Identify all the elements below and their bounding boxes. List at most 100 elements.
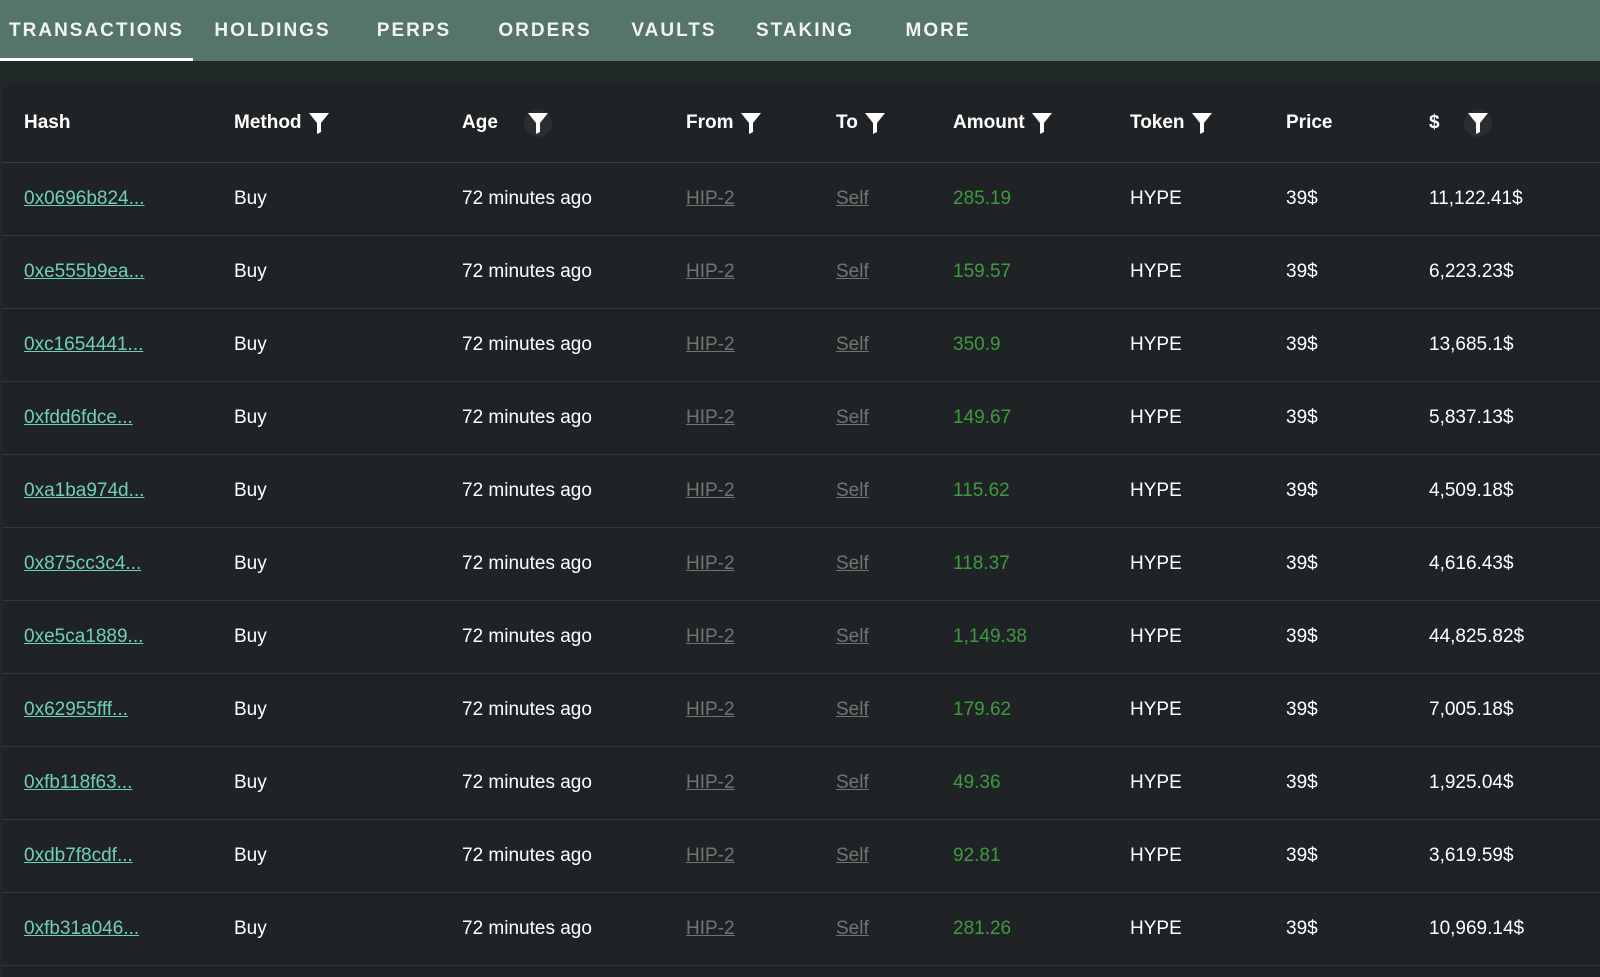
to-address-link[interactable]: Self xyxy=(836,188,869,209)
cell-amount: 149.67 xyxy=(953,406,1012,428)
to-address-link[interactable]: Self xyxy=(836,334,869,355)
column-header-age: Age xyxy=(440,84,664,162)
filter-icon[interactable] xyxy=(864,111,886,135)
filter-icon[interactable] xyxy=(1463,108,1492,137)
column-header-price: Price xyxy=(1286,111,1333,133)
cell-to: Self xyxy=(814,746,931,819)
tx-hash-link[interactable]: 0xa1ba974d... xyxy=(24,480,144,501)
tx-hash-link[interactable]: 0xfdd6fdce... xyxy=(24,407,133,428)
cell-amount: 118.37 xyxy=(953,552,1010,574)
cell-method: Buy xyxy=(234,187,267,209)
to-address-link[interactable]: Self xyxy=(836,480,869,501)
column-header-hash: Hash xyxy=(24,111,71,133)
tab-vaults[interactable]: VAULTS xyxy=(628,0,720,61)
tab-staking[interactable]: STAKING xyxy=(750,0,860,61)
from-address-link[interactable]: HIP-2 xyxy=(686,334,735,355)
tx-hash-link[interactable]: 0xe555b9ea... xyxy=(24,261,144,282)
cell-usd-value: 13,685.1$ xyxy=(1429,333,1514,355)
from-address-link[interactable]: HIP-2 xyxy=(686,261,735,282)
table-row: 0xfdd6fdce... Buy 72 minutes ago HIP-2 Self 1… xyxy=(2,381,1600,454)
to-address-link[interactable]: Self xyxy=(836,772,869,793)
cell-method: Buy xyxy=(234,406,267,428)
from-address-link[interactable]: HIP-2 xyxy=(686,626,735,647)
filter-icon[interactable] xyxy=(1191,111,1213,135)
cell-hash: 0xc1654441... xyxy=(2,308,212,381)
cell-usd-value: 10,969.14$ xyxy=(1429,917,1525,939)
tx-hash-link[interactable]: 0xe5ca1889... xyxy=(24,626,143,647)
cell-usd-value: 4,509.18$ xyxy=(1429,479,1514,501)
cell-method: Buy xyxy=(234,625,267,647)
tab-more[interactable]: MORE xyxy=(898,0,978,61)
filter-icon[interactable] xyxy=(740,111,762,135)
cell-amount: 179.62 xyxy=(953,698,1012,720)
tab-perps[interactable]: PERPS xyxy=(370,0,458,61)
cell-amount: 49.36 xyxy=(953,771,1001,793)
cell-token: HYPE xyxy=(1130,260,1182,282)
tx-hash-link[interactable]: 0x62955fff... xyxy=(24,699,128,720)
table-row: 0xdb7f8cdf... Buy 72 minutes ago HIP-2 Self 9… xyxy=(2,819,1600,892)
cell-hash: 0xfb31a046... xyxy=(2,892,212,965)
tab-orders[interactable]: ORDERS xyxy=(495,0,595,61)
from-address-link[interactable]: HIP-2 xyxy=(686,845,735,866)
cell-age: 72 minutes ago xyxy=(462,333,592,355)
cell-hash: 0xfb118f63... xyxy=(2,746,212,819)
cell-from: HIP-2 xyxy=(664,235,814,308)
from-address-link[interactable]: HIP-2 xyxy=(686,918,735,939)
from-address-link[interactable]: HIP-2 xyxy=(686,553,735,574)
cell-hash: 0x875cc3c4... xyxy=(2,527,212,600)
tx-hash-link[interactable]: 0xdb7f8cdf... xyxy=(24,845,133,866)
filter-icon[interactable] xyxy=(1031,111,1053,135)
transactions-table: Hash Method Age From To Amount Token Pri… xyxy=(2,84,1600,966)
cell-amount: 115.62 xyxy=(953,479,1010,501)
tab-transactions[interactable]: TRANSACTIONS xyxy=(0,0,193,61)
to-address-link[interactable]: Self xyxy=(836,407,869,428)
table-row: 0xc1654441... Buy 72 minutes ago HIP-2 Self 3… xyxy=(2,308,1600,381)
cell-hash: 0xe5ca1889... xyxy=(2,600,212,673)
tx-hash-link[interactable]: 0x875cc3c4... xyxy=(24,553,141,574)
cell-age: 72 minutes ago xyxy=(462,625,592,647)
column-header-from: From xyxy=(664,84,814,162)
to-address-link[interactable]: Self xyxy=(836,261,869,282)
cell-age: 72 minutes ago xyxy=(462,844,592,866)
to-address-link[interactable]: Self xyxy=(836,699,869,720)
cell-from: HIP-2 xyxy=(664,162,814,235)
filter-icon[interactable] xyxy=(308,111,330,135)
tab-holdings[interactable]: HOLDINGS xyxy=(205,0,340,61)
to-address-link[interactable]: Self xyxy=(836,626,869,647)
from-address-link[interactable]: HIP-2 xyxy=(686,699,735,720)
cell-method: Buy xyxy=(234,844,267,866)
cell-method: Buy xyxy=(234,771,267,793)
cell-token: HYPE xyxy=(1130,917,1182,939)
from-address-link[interactable]: HIP-2 xyxy=(686,480,735,501)
to-address-link[interactable]: Self xyxy=(836,918,869,939)
cell-from: HIP-2 xyxy=(664,454,814,527)
tx-hash-link[interactable]: 0xfb118f63... xyxy=(24,772,132,793)
from-address-link[interactable]: HIP-2 xyxy=(686,407,735,428)
cell-usd-value: 7,005.18$ xyxy=(1429,698,1514,720)
cell-token: HYPE xyxy=(1130,844,1182,866)
from-address-link[interactable]: HIP-2 xyxy=(686,188,735,209)
cell-hash: 0xe555b9ea... xyxy=(2,235,212,308)
to-address-link[interactable]: Self xyxy=(836,845,869,866)
tx-hash-link[interactable]: 0x0696b824... xyxy=(24,188,144,209)
cell-token: HYPE xyxy=(1130,552,1182,574)
from-address-link[interactable]: HIP-2 xyxy=(686,772,735,793)
cell-to: Self xyxy=(814,235,931,308)
to-address-link[interactable]: Self xyxy=(836,553,869,574)
cell-to: Self xyxy=(814,600,931,673)
filter-icon[interactable] xyxy=(523,108,552,137)
table-header-row: Hash Method Age From To Amount Token Pri… xyxy=(2,84,1600,162)
table-row: 0x62955fff... Buy 72 minutes ago HIP-2 Self 1… xyxy=(2,673,1600,746)
cell-usd-value: 5,837.13$ xyxy=(1429,406,1514,428)
cell-method: Buy xyxy=(234,479,267,501)
table-row: 0x0696b824... Buy 72 minutes ago HIP-2 Self 2… xyxy=(2,162,1600,235)
table-row: 0xe555b9ea... Buy 72 minutes ago HIP-2 Self 1… xyxy=(2,235,1600,308)
tx-hash-link[interactable]: 0xfb31a046... xyxy=(24,918,139,939)
tx-hash-link[interactable]: 0xc1654441... xyxy=(24,334,143,355)
cell-from: HIP-2 xyxy=(664,892,814,965)
cell-usd-value: 44,825.82$ xyxy=(1429,625,1525,647)
cell-age: 72 minutes ago xyxy=(462,406,592,428)
table-row: 0xfb31a046... Buy 72 minutes ago HIP-2 Self 2… xyxy=(2,892,1600,965)
cell-usd-value: 3,619.59$ xyxy=(1429,844,1514,866)
column-header-to: To xyxy=(814,84,931,162)
